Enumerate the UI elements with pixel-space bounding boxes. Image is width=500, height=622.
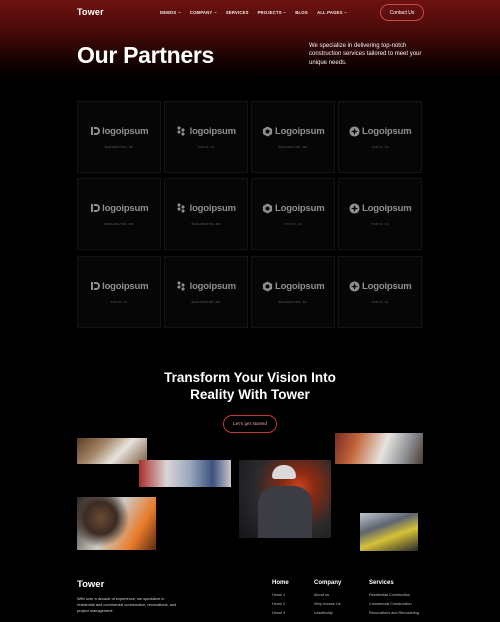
partner-location: WASHINGTON, MN (191, 221, 221, 226)
partner-card[interactable]: Logoipsum TOKYO, JA (338, 178, 422, 250)
get-started-button[interactable]: Let's get started (223, 415, 277, 433)
d-mark-icon (90, 282, 100, 290)
worker-silhouette (258, 486, 312, 538)
partner-logo: Logoipsum (349, 281, 412, 292)
partner-card[interactable]: logoipsum WASHINGTON, DC (77, 101, 161, 173)
partner-location: WASHINGTON, DC (278, 299, 308, 304)
partner-logo: logoipsum (90, 126, 149, 137)
top-navigation: Tower DEMOS COMPANY SERVICES PROJECTS BL… (0, 0, 500, 26)
partner-logo: logoipsum (176, 126, 236, 137)
photo-site-workers (360, 513, 418, 551)
footer-link[interactable]: About us (314, 591, 341, 600)
footer-link[interactable]: Residential Construction (369, 591, 419, 600)
chevron-down-icon (283, 11, 286, 14)
partner-card[interactable]: logoipsum TOKYO, JA (164, 101, 248, 173)
footer-column-company: Company About us Why choose Us Leadershi… (314, 580, 341, 618)
partner-location: WASHINGTON, DC (104, 144, 134, 149)
cta-heading-line-2: Reality With Tower (190, 387, 310, 402)
footer-brand[interactable]: Tower (77, 579, 104, 590)
chevron-down-icon (178, 11, 181, 14)
circle-star-mark-icon (349, 202, 360, 214)
partner-logo: Logoipsum (349, 126, 412, 137)
contact-us-button[interactable]: Contact Us (380, 4, 424, 21)
brand-logo[interactable]: Tower (77, 7, 104, 17)
footer-column-services: Services Residential Construction Commer… (369, 580, 419, 618)
chevron-down-icon (214, 11, 217, 14)
main-menu: DEMOS COMPANY SERVICES PROJECTS BLOG ALL… (160, 10, 347, 15)
footer-column-title: Home (272, 580, 289, 586)
photo-worker-helmet-sparks (239, 460, 331, 538)
footer-column-title: Services (369, 580, 394, 586)
footer-link[interactable]: Home 2 (272, 600, 289, 609)
circle-star-mark-icon (349, 125, 360, 137)
partner-logo: Logoipsum (262, 203, 325, 214)
partner-location: WASHINGTON, MN (191, 299, 221, 304)
partner-card[interactable]: Logoipsum TOKYO, JA (338, 101, 422, 173)
partner-logo: logoipsum (176, 281, 236, 292)
partner-logo: logoipsum (176, 203, 236, 214)
page-title: Our Partners (77, 42, 215, 68)
hard-hat (272, 465, 296, 479)
footer-link[interactable]: Home 1 (272, 591, 289, 600)
partner-location: WASHINGTON, MN (278, 144, 308, 149)
menu-item-company[interactable]: COMPANY (190, 10, 217, 15)
footer-column-title: Company (314, 580, 342, 586)
partner-card[interactable]: logoipsum WASHINGTON, MN (77, 178, 161, 250)
cta-heading: Transform Your Vision Into Reality With … (150, 369, 350, 403)
partner-location: TOKYO, JA (110, 299, 128, 304)
partners-grid: logoipsum WASHINGTON, DC logoipsum TOKYO… (77, 101, 423, 331)
hexagon-mark-icon (262, 125, 272, 137)
cta-heading-line-1: Transform Your Vision Into (164, 370, 336, 385)
footer-link[interactable]: Home 3 (272, 609, 289, 618)
footer-column-home: Home Home 1 Home 2 Home 3 (272, 580, 289, 618)
hexagon-mark-icon (262, 280, 272, 292)
footer-description: With over a decade of experience, we spe… (77, 596, 177, 613)
partner-card[interactable]: Logoipsum TOKYO, JA (338, 256, 422, 328)
photo-workers-planning (139, 460, 231, 487)
photo-plans-on-table (335, 433, 423, 464)
partner-logo: Logoipsum (349, 203, 412, 214)
partner-logo: Logoipsum (262, 281, 325, 292)
chevron-down-icon (344, 11, 347, 14)
partner-card[interactable]: logoipsum TOKYO, JA (77, 256, 161, 328)
partner-location: TOKYO, JA (371, 221, 389, 226)
partner-card[interactable]: Logoipsum WASHINGTON, MN (251, 101, 335, 173)
photo-blueprint-review (77, 438, 147, 464)
partner-location: TOKYO, JA (284, 221, 302, 226)
partner-logo: logoipsum (90, 281, 149, 292)
photo-team-with-drawings (77, 497, 156, 550)
partner-location: TOKYO, JA (371, 299, 389, 304)
intro-text: We specialize in delivering top-notch co… (309, 43, 422, 66)
diamonds-mark-icon (177, 281, 186, 291)
menu-item-all-pages[interactable]: ALL PAGES (317, 10, 347, 15)
partner-location: TOKYO, JA (371, 144, 389, 149)
partner-location: WASHINGTON, MN (104, 221, 134, 226)
partner-logo: Logoipsum (262, 126, 325, 137)
menu-item-demos[interactable]: DEMOS (160, 10, 181, 15)
menu-item-blog[interactable]: BLOG (295, 10, 308, 15)
d-mark-icon (90, 204, 100, 212)
circle-star-mark-icon (349, 280, 360, 292)
partner-card[interactable]: logoipsum WASHINGTON, MN (164, 256, 248, 328)
partner-card[interactable]: Logoipsum TOKYO, JA (251, 178, 335, 250)
partner-logo: logoipsum (90, 203, 149, 214)
partner-location: TOKYO, JA (197, 144, 215, 149)
footer-link[interactable]: Renovations and Remodeling (369, 609, 419, 618)
partner-card[interactable]: Logoipsum WASHINGTON, DC (251, 256, 335, 328)
partner-card[interactable]: logoipsum WASHINGTON, MN (164, 178, 248, 250)
diamonds-mark-icon (177, 203, 186, 213)
hexagon-mark-icon (262, 202, 272, 214)
menu-item-projects[interactable]: PROJECTS (258, 10, 287, 15)
footer-link[interactable]: Why choose Us (314, 600, 341, 609)
diamonds-mark-icon (177, 126, 186, 136)
menu-item-services[interactable]: SERVICES (226, 10, 249, 15)
footer-link[interactable]: Leadership (314, 609, 341, 618)
d-mark-icon (90, 127, 100, 135)
footer-link[interactable]: Commercial Construction (369, 600, 419, 609)
